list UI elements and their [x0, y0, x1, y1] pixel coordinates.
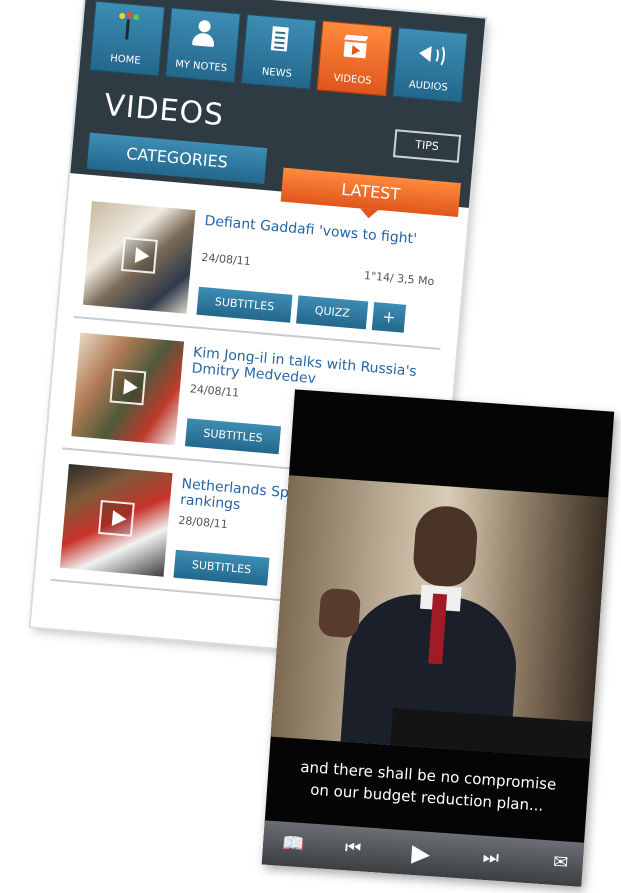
player-controls: 📖 ⏮ ▶ ⏭ ✉: [261, 820, 585, 887]
speaker-head: [411, 504, 480, 589]
video-thumbnail[interactable]: [82, 201, 196, 314]
video-thumbnail[interactable]: [59, 464, 173, 577]
subtitles-button[interactable]: SUBTITLES: [184, 418, 282, 455]
quizz-button[interactable]: QUIZZ: [296, 295, 369, 330]
video-frame[interactable]: [270, 475, 609, 759]
video-date: 24/08/11: [189, 382, 240, 400]
podium: [390, 708, 593, 759]
book-icon[interactable]: 📖: [274, 821, 313, 867]
nav-news-button[interactable]: NEWS: [240, 13, 317, 90]
tips-button[interactable]: TIPS: [392, 129, 462, 163]
speaker-hand: [317, 587, 362, 639]
nav-home-label: HOME: [109, 53, 141, 67]
play-icon[interactable]: ▶: [401, 830, 440, 876]
tab-categories[interactable]: CATEGORIES: [86, 132, 268, 185]
speaker-icon: [416, 37, 447, 69]
video-title[interactable]: Defiant Gaddafi 'vows to fight': [204, 213, 440, 250]
play-icon: [120, 236, 158, 274]
video-thumbnail[interactable]: [71, 332, 185, 446]
add-button[interactable]: +: [371, 302, 407, 333]
user-icon: [189, 17, 220, 49]
play-icon: [97, 499, 135, 537]
nav-videos-label: VIDEOS: [333, 72, 372, 87]
document-icon: [264, 24, 295, 56]
nav-news-label: NEWS: [261, 66, 293, 80]
nav-notes-label: MY NOTES: [174, 58, 228, 75]
nav-home-button[interactable]: HOME: [89, 0, 166, 77]
video-date: 28/08/11: [177, 513, 229, 532]
video-duration-size: 1"14/ 3,5 Mo: [363, 269, 435, 289]
home-icon: [113, 10, 144, 42]
header: HOME MY NOTES NEWS VIDEOS AUDIOS VIDEOS …: [70, 0, 486, 208]
message-icon[interactable]: ✉: [541, 840, 580, 886]
nav-notes-button[interactable]: MY NOTES: [165, 7, 241, 84]
video-player-screen: and there shall be no compromise on our …: [261, 389, 615, 887]
subtitles-button[interactable]: SUBTITLES: [173, 549, 270, 586]
subtitle-text: and there shall be no compromise on our …: [266, 754, 588, 820]
clapperboard-icon: [340, 30, 371, 62]
video-date: 24/08/11: [200, 250, 252, 269]
nav-audios-label: AUDIOS: [408, 79, 449, 94]
skip-forward-icon[interactable]: ⏭: [471, 835, 510, 881]
rewind-icon[interactable]: ⏮: [334, 825, 373, 871]
subtitles-button[interactable]: SUBTITLES: [196, 286, 293, 323]
page-title: VIDEOS: [102, 87, 226, 134]
nav-audios-button[interactable]: AUDIOS: [392, 27, 469, 103]
nav-videos-button[interactable]: VIDEOS: [316, 20, 393, 97]
play-icon: [109, 368, 147, 406]
